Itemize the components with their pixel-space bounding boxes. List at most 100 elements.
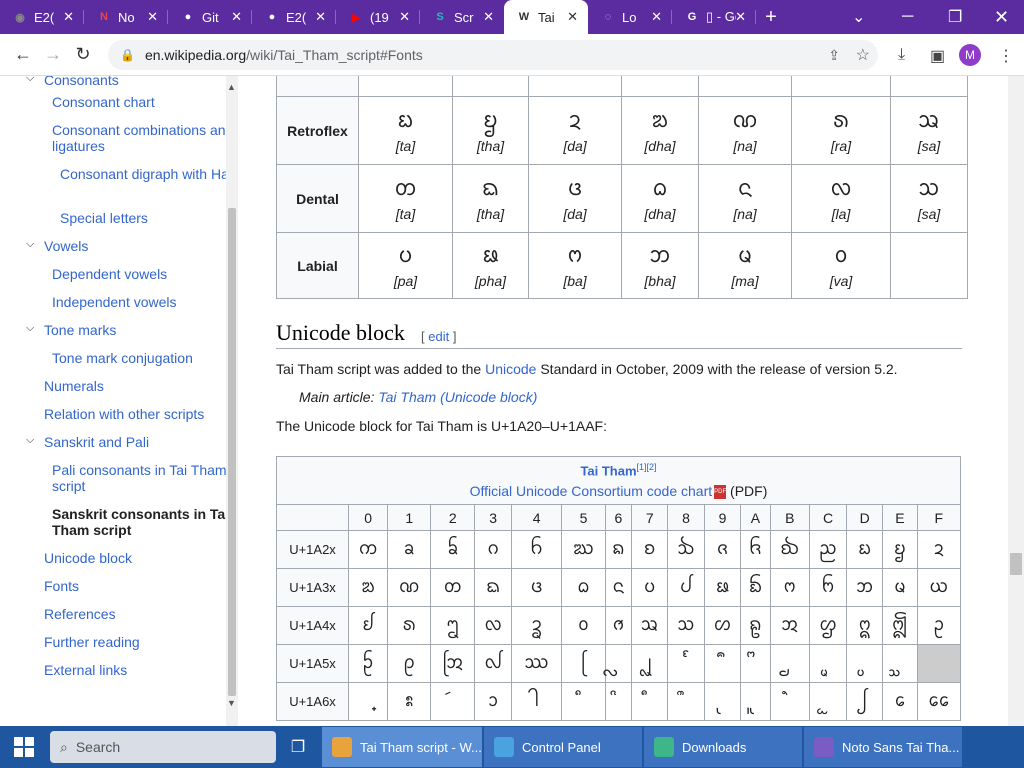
close-tab-icon[interactable]: ✕ (735, 9, 746, 25)
browser-tab[interactable]: G ▯ - Goo✕ (672, 0, 756, 34)
codepoint-cell[interactable]: ᩌ (808, 606, 848, 645)
codepoint-cell[interactable]: ᩔ (510, 644, 563, 683)
toc-item[interactable]: References (44, 606, 240, 622)
table-title-link[interactable]: Tai Tham (580, 464, 636, 479)
codepoint-cell[interactable]: ᩐ (347, 644, 389, 683)
main-article-link[interactable]: Tai Tham (Unicode block) (378, 389, 537, 405)
codepoint-cell[interactable]: ᩦ (604, 682, 633, 721)
close-tab-icon[interactable]: ✕ (63, 9, 74, 25)
forward-icon[interactable]: → (38, 44, 68, 65)
browser-tab[interactable]: ● Git ✕ (168, 0, 252, 34)
codepoint-cell[interactable]: ᩋ (769, 606, 810, 645)
codepoint-cell[interactable]: ᩂ (430, 606, 476, 645)
codepoint-cell[interactable]: ᩪ (740, 682, 771, 721)
codepoint-cell[interactable]: ᨼ (808, 568, 848, 607)
close-tab-icon[interactable]: ✕ (315, 9, 326, 25)
codepoint-cell[interactable]: ᩊ (740, 606, 771, 645)
codepoint-cell[interactable]: ᩁ (387, 606, 432, 645)
toc-item[interactable]: Dependent vowels (52, 266, 240, 282)
codepoint-cell[interactable]: ᨸ (667, 568, 705, 607)
codepoint-cell[interactable]: ᩃ (474, 606, 512, 645)
toc-item[interactable]: Further reading (44, 634, 240, 650)
close-window-button[interactable]: ✕ (994, 0, 1009, 34)
codepoint-cell[interactable]: ᨶ (604, 568, 633, 607)
codepoint-cell[interactable]: ᨠ (347, 530, 389, 569)
url-box[interactable]: 🔒 en.wikipedia.org/wiki/Tai_Tham_script#… (108, 40, 878, 70)
toc-item[interactable]: Independent vowels (52, 294, 240, 310)
codepoint-cell[interactable]: ᩆ (604, 606, 633, 645)
page-scrollbar[interactable] (1008, 76, 1024, 726)
back-icon[interactable]: ← (8, 44, 38, 65)
tab-search-icon[interactable]: ⌄ (852, 0, 865, 34)
toc-item[interactable]: Sanskrit and Pali (44, 434, 240, 450)
codepoint-cell[interactable]: ᨻ (769, 568, 810, 607)
codepoint-cell[interactable]: ᩎ (882, 606, 918, 645)
toc-item[interactable]: Fonts (44, 578, 240, 594)
codepoint-cell[interactable]: ᩞ (882, 644, 918, 683)
codepoint-cell[interactable]: ᨢ (430, 530, 476, 569)
toc-item[interactable]: Special letters (60, 210, 240, 226)
taskbar-app[interactable]: Control Panel (484, 727, 642, 767)
codepoint-cell[interactable]: ᨡ (387, 530, 432, 569)
codepoint-cell[interactable]: ᨤ (510, 530, 563, 569)
taskbar-app[interactable]: Downloads (644, 727, 802, 767)
codepoint-cell[interactable]: ᩥ (561, 682, 606, 721)
browser-tab[interactable]: ◉ E2(✕ (0, 0, 84, 34)
codepoint-cell[interactable]: ᨭ (846, 530, 884, 569)
scroll-up-arrow-icon[interactable]: ▲ (227, 82, 236, 92)
codepoint-cell[interactable]: ᩛ (769, 644, 810, 683)
close-tab-icon[interactable]: ✕ (483, 9, 494, 25)
url-text[interactable]: en.wikipedia.org/wiki/Tai_Tham_script#Fo… (145, 47, 423, 63)
codepoint-cell[interactable]: ᩓ (474, 644, 512, 683)
codepoint-cell[interactable]: ᩏ (916, 606, 962, 645)
scroll-down-arrow-icon[interactable]: ▼ (227, 698, 236, 708)
unicode-link[interactable]: Unicode (485, 361, 536, 377)
chevron-down-icon[interactable]: ⌵ (26, 434, 38, 447)
codepoint-cell[interactable]: ᨯ (916, 530, 962, 569)
avatar[interactable]: M (959, 44, 981, 66)
codepoint-cell[interactable]: ᨩ (703, 530, 742, 569)
codepoint-cell[interactable]: ᨹ (703, 568, 742, 607)
taskbar-app[interactable]: Tai Tham script - W... (322, 727, 482, 767)
codepoint-cell[interactable]: ᩒ (430, 644, 476, 683)
bookmark-star-icon[interactable]: ☆ (856, 45, 870, 65)
codepoint-cell[interactable]: ᨷ (631, 568, 669, 607)
task-view-icon[interactable]: ❐ (276, 727, 320, 767)
toc-item[interactable]: Vowels (44, 238, 240, 254)
toc-item[interactable]: Relation with other scripts (44, 406, 240, 422)
chevron-down-icon[interactable]: ⌵ (26, 322, 38, 335)
code-chart-link[interactable]: Official Unicode Consortium code chart (470, 483, 713, 499)
toc-item[interactable]: Numerals (44, 378, 240, 394)
toc-item[interactable]: Unicode block (44, 550, 240, 566)
codepoint-cell[interactable]: ᩝ (846, 644, 884, 683)
codepoint-cell[interactable]: ᩙ (703, 644, 742, 683)
toc-item[interactable]: External links (44, 662, 240, 678)
codepoint-cell[interactable]: ᨽ (846, 568, 884, 607)
toc-item[interactable]: Consonant digraph with Ha (60, 166, 240, 182)
codepoint-cell[interactable]: ᩑ (387, 644, 432, 683)
browser-tab[interactable]: ● E2(✕ (252, 0, 336, 34)
codepoint-cell[interactable]: ᩈ (667, 606, 705, 645)
new-tab-button[interactable]: + (756, 6, 786, 29)
toc-item[interactable]: Consonants (44, 76, 240, 88)
codepoint-cell[interactable]: ᩉ (703, 606, 742, 645)
codepoint-cell[interactable]: ᩄ (510, 606, 563, 645)
close-tab-icon[interactable]: ✕ (231, 9, 242, 25)
codepoint-cell[interactable]: ᩯ (916, 682, 962, 721)
codepoint-cell[interactable]: ᩀ (347, 606, 389, 645)
taskbar-app[interactable]: Noto Sans Tai Tha... (804, 727, 962, 767)
codepoint-cell[interactable]: ᩩ (703, 682, 742, 721)
download-icon[interactable]: ⤓ (898, 46, 905, 64)
codepoint-cell[interactable]: ᩗ (631, 644, 669, 683)
restore-button[interactable]: ❐ (948, 0, 962, 34)
sidebar-scroll-thumb[interactable] (228, 208, 236, 696)
chevron-down-icon[interactable]: ⌵ (26, 238, 38, 251)
reload-icon[interactable]: ↻ (68, 44, 98, 65)
codepoint-cell[interactable]: ᨦ (604, 530, 633, 569)
codepoint-cell[interactable]: ᨧ (631, 530, 669, 569)
codepoint-cell[interactable]: ᩇ (631, 606, 669, 645)
browser-tab[interactable]: ▶ (19 ✕ (336, 0, 420, 34)
codepoint-cell[interactable]: ᨰ (347, 568, 389, 607)
page-scroll-thumb[interactable] (1010, 553, 1022, 575)
codepoint-cell[interactable]: ᩕ (561, 644, 606, 683)
